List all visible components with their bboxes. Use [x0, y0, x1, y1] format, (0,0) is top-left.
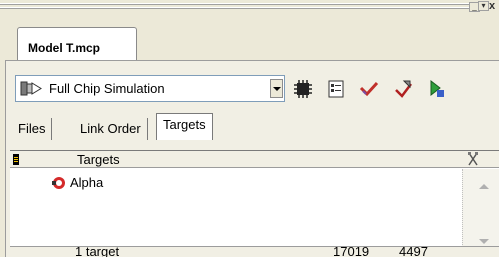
dropdown-button[interactable]: ▾ [478, 1, 489, 11]
close-button[interactable]: x [489, 0, 495, 12]
data-size: 4497 [399, 244, 428, 257]
code-size: 17019 [333, 244, 370, 257]
vertical-scrollbar[interactable] [462, 169, 499, 257]
tab-label: Files [18, 121, 46, 136]
check-icon[interactable] [358, 78, 380, 100]
list-header: Targets [10, 151, 499, 168]
run-icon[interactable] [425, 78, 447, 100]
tab-label: Link Order [80, 121, 141, 136]
tab-label: Targets [163, 117, 206, 132]
chip-icon[interactable] [292, 78, 314, 100]
target-icon [20, 81, 42, 96]
tab-files[interactable]: Files [12, 118, 53, 140]
tab-targets[interactable]: Targets [156, 113, 213, 140]
tab-link-order[interactable]: Link Order [74, 118, 148, 140]
column-header-targets[interactable]: Targets [77, 152, 120, 167]
close-icon: x [489, 0, 496, 12]
build-status-icon [13, 154, 19, 165]
targets-list: Targets Alpha [10, 150, 499, 257]
target-select[interactable]: Full Chip Simulation [15, 75, 285, 102]
settings-icon[interactable] [325, 78, 347, 100]
project-tab[interactable]: Model T.mcp [17, 27, 137, 61]
minimize-icon: _ [472, 2, 477, 11]
list-item[interactable]: Alpha [70, 175, 103, 190]
chevron-down-icon: ▾ [481, 1, 486, 10]
wand-icon[interactable] [392, 78, 414, 100]
scroll-up-icon[interactable] [476, 179, 492, 195]
drag-bar[interactable] [0, 0, 472, 12]
target-count: 1 target [75, 244, 120, 257]
debug-column-icon[interactable] [467, 152, 479, 166]
chevron-down-icon[interactable] [270, 79, 283, 98]
target-select-value: Full Chip Simulation [49, 81, 165, 96]
target-icon [52, 177, 65, 189]
project-tab-label: Model T.mcp [28, 41, 101, 55]
